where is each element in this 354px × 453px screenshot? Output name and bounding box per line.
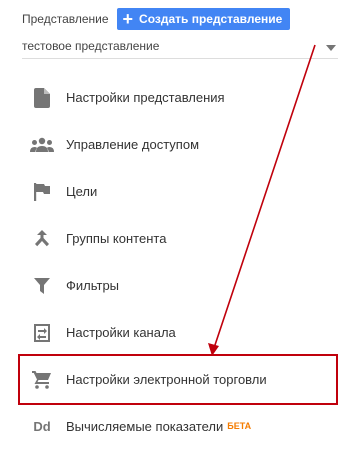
beta-badge: БЕТА: [227, 421, 252, 431]
document-icon: [30, 86, 54, 110]
menu-item-label-text: Вычисляемые показатели: [66, 419, 224, 434]
menu-item-label: Управление доступом: [66, 137, 200, 152]
view-select-value: тестовое представление: [22, 39, 160, 53]
view-settings-menu: Настройки представления Управление досту…: [18, 74, 338, 450]
dd-icon: Dd: [30, 415, 54, 439]
create-view-button-label: Создать представление: [139, 12, 283, 26]
menu-item-access-management[interactable]: Управление доступом: [20, 121, 336, 168]
flag-icon: [30, 180, 54, 204]
menu-item-view-settings[interactable]: Настройки представления: [20, 74, 336, 121]
menu-item-label: Вычисляемые показатели БЕТА: [66, 419, 251, 434]
channel-icon: [30, 321, 54, 345]
view-header: Представление + Создать представление: [22, 8, 291, 30]
people-icon: [30, 133, 54, 157]
menu-item-label: Цели: [66, 184, 98, 199]
menu-item-calculated-metrics[interactable]: Dd Вычисляемые показатели БЕТА: [20, 403, 336, 450]
create-view-button[interactable]: + Создать представление: [116, 8, 291, 30]
menu-item-label: Настройки канала: [66, 325, 176, 340]
menu-item-label: Группы контента: [66, 231, 167, 246]
plus-icon: +: [122, 9, 134, 29]
filter-icon: [30, 274, 54, 298]
menu-item-label: Настройки электронной торговли: [66, 372, 267, 387]
view-select[interactable]: тестовое представление: [22, 38, 338, 59]
menu-item-label: Настройки представления: [66, 90, 225, 105]
menu-item-filters[interactable]: Фильтры: [20, 262, 336, 309]
merge-icon: [30, 227, 54, 251]
menu-item-label: Фильтры: [66, 278, 120, 293]
menu-item-ecommerce-settings[interactable]: Настройки электронной торговли: [18, 354, 338, 405]
menu-item-goals[interactable]: Цели: [20, 168, 336, 215]
menu-item-channel-settings[interactable]: Настройки канала: [20, 309, 336, 356]
menu-item-content-groups[interactable]: Группы контента: [20, 215, 336, 262]
cart-icon: [30, 368, 54, 392]
chevron-down-icon: [326, 45, 336, 51]
view-header-label: Представление: [22, 12, 109, 26]
dd-icon-text: Dd: [33, 419, 51, 434]
